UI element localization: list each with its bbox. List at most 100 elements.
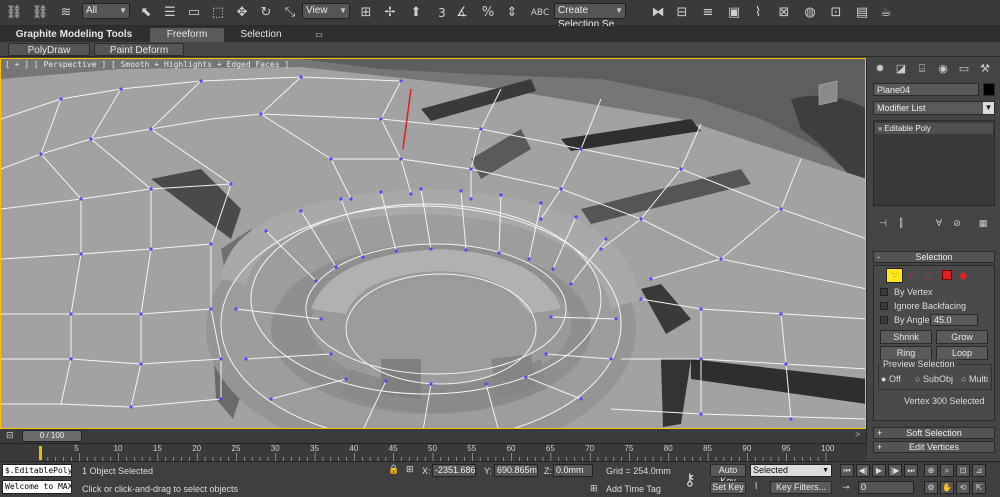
- show-end-result-icon[interactable]: ║: [893, 216, 909, 232]
- polygon-mode-icon[interactable]: [942, 270, 952, 280]
- auto-key-button[interactable]: Auto Key: [710, 464, 746, 486]
- pan-view-icon[interactable]: ✋: [940, 481, 954, 494]
- object-color-swatch[interactable]: [983, 83, 995, 96]
- named-selection-dropdown[interactable]: Create Selection Se ▼: [554, 3, 626, 30]
- tab-freeform[interactable]: Freeform: [150, 28, 224, 42]
- time-slider-track[interactable]: ⊟ 0 / 100 >: [0, 429, 866, 443]
- by-vertex-checkbox[interactable]: [880, 288, 888, 296]
- percent-snap-icon[interactable]: %: [478, 3, 498, 23]
- key-mode-toggle-icon[interactable]: ⊸: [842, 483, 850, 493]
- polydraw-panel-button[interactable]: PolyDraw: [8, 43, 90, 56]
- modify-tab-icon[interactable]: ◪: [893, 61, 909, 77]
- selection-lock-icon[interactable]: 🔒: [388, 465, 399, 475]
- remove-modifier-icon[interactable]: ⊘: [949, 216, 965, 232]
- select-object-icon[interactable]: ⬉: [136, 3, 156, 23]
- render-setup-icon[interactable]: ⊡: [826, 3, 846, 23]
- curve-editor-icon[interactable]: ⌇: [748, 3, 768, 23]
- link-icon[interactable]: ⛓: [4, 3, 24, 23]
- align-icon[interactable]: ⊟: [672, 3, 692, 23]
- x-coordinate-field[interactable]: -2351.686d: [432, 464, 476, 477]
- object-name-field[interactable]: Plane04: [873, 83, 979, 96]
- tab-graphite-modeling-tools[interactable]: Graphite Modeling Tools: [14, 28, 134, 42]
- time-slider-thumb[interactable]: 0 / 100: [22, 430, 82, 442]
- material-editor-icon[interactable]: ◍: [800, 3, 820, 23]
- reference-coordinate-dropdown[interactable]: View ▼: [302, 3, 350, 19]
- render-production-icon[interactable]: ☕: [876, 3, 896, 23]
- preview-multi-radio[interactable]: ○ Multi: [961, 374, 988, 385]
- time-slider-next-icon[interactable]: >: [855, 430, 860, 439]
- next-frame-icon[interactable]: |▶: [888, 464, 902, 477]
- select-and-rotate-icon[interactable]: ↻: [256, 3, 276, 23]
- select-and-move-icon[interactable]: ✥: [232, 3, 252, 23]
- y-coordinate-field[interactable]: 690.865mm: [494, 464, 538, 477]
- key-filters-button[interactable]: Key Filters...: [770, 481, 832, 494]
- snaps-toggle-icon[interactable]: 3: [432, 3, 452, 23]
- angle-spinner[interactable]: 45.0: [930, 314, 978, 326]
- ring-button[interactable]: Ring: [880, 346, 932, 360]
- field-of-view-icon[interactable]: ⊿: [972, 464, 986, 477]
- edit-vertices-rollout-title[interactable]: + Edit Vertices: [873, 441, 995, 453]
- timeline-ruler[interactable]: 5 10 15 20 25 30 35 40 45 50 55 60 65 70 75 80 85 90 95 100: [0, 443, 866, 462]
- modifier-list-dropdown[interactable]: Modifier List ▼: [873, 101, 995, 115]
- stack-item-editable-poly[interactable]: ■ Editable Poly: [875, 123, 993, 134]
- selection-filter-dropdown[interactable]: All ▼: [82, 3, 130, 19]
- tab-selection[interactable]: Selection: [226, 28, 296, 42]
- current-frame-field[interactable]: 0: [858, 481, 914, 494]
- keyboard-shortcut-override-icon[interactable]: ⬆: [406, 3, 426, 23]
- maxscript-listener-output[interactable]: Welcome to MAX!: [2, 480, 72, 494]
- key-tangent-icon[interactable]: ⌇: [754, 482, 758, 492]
- selection-rollout-title[interactable]: - Selection: [873, 251, 995, 263]
- select-manipulate-icon[interactable]: ✢: [380, 3, 400, 23]
- select-and-scale-icon[interactable]: ⤡: [280, 3, 300, 23]
- previous-frame-icon[interactable]: ◀|: [856, 464, 870, 477]
- set-key-button[interactable]: Set Key: [710, 481, 746, 494]
- layer-manager-icon[interactable]: ≡: [698, 3, 718, 23]
- spinner-snap-icon[interactable]: ⇕: [502, 3, 522, 23]
- ribbon-minimize-icon[interactable]: ▭: [312, 28, 326, 42]
- preview-off-radio[interactable]: ● Off: [881, 374, 901, 385]
- graphite-toggle-icon[interactable]: ▣: [724, 3, 744, 23]
- soft-selection-rollout-title[interactable]: + Soft Selection: [873, 427, 995, 439]
- border-mode-icon[interactable]: ◌: [923, 269, 933, 282]
- hierarchy-tab-icon[interactable]: ⌸: [914, 61, 930, 77]
- time-tag-icon[interactable]: ⊞: [590, 484, 598, 494]
- loop-button[interactable]: Loop: [936, 346, 988, 360]
- mesh-canvas[interactable]: [1, 59, 866, 429]
- grow-button[interactable]: Grow: [936, 330, 988, 344]
- play-icon[interactable]: ▶: [872, 464, 886, 477]
- set-key-mode-icon[interactable]: ⚷: [684, 470, 696, 489]
- utilities-tab-icon[interactable]: ⚒: [977, 61, 993, 77]
- window-crossing-icon[interactable]: ⬚: [208, 3, 228, 23]
- time-configuration-icon[interactable]: ⚙: [924, 481, 938, 494]
- paint-deform-panel-button[interactable]: Paint Deform: [94, 43, 184, 56]
- zoom-region-icon[interactable]: ⊡: [956, 464, 970, 477]
- orbit-icon[interactable]: ⟲: [956, 481, 970, 494]
- viewport-label[interactable]: [ + ] [ Perspective ] [ Smooth + Highlig…: [5, 60, 289, 69]
- go-to-start-icon[interactable]: ⏮: [840, 464, 854, 477]
- bind-space-warp-icon[interactable]: ≋: [56, 3, 76, 23]
- schematic-view-icon[interactable]: ⊠: [774, 3, 794, 23]
- configure-modifier-sets-icon[interactable]: ▦: [975, 216, 991, 232]
- go-to-end-icon[interactable]: ⏭: [904, 464, 918, 477]
- z-coordinate-field[interactable]: 0.0mm: [553, 464, 593, 477]
- rendered-frame-window-icon[interactable]: ▤: [852, 3, 872, 23]
- vertex-mode-icon[interactable]: ∵: [886, 268, 903, 283]
- rectangle-selection-icon[interactable]: ▭: [184, 3, 204, 23]
- angle-snap-icon[interactable]: ∡: [452, 3, 472, 23]
- maxscript-listener-input[interactable]: $.EditablePoly.: [2, 464, 72, 477]
- pivot-center-icon[interactable]: ⊞: [356, 3, 376, 23]
- perspective-viewport[interactable]: [ + ] [ Perspective ] [ Smooth + Highlig…: [0, 58, 866, 429]
- pin-stack-icon[interactable]: ⊣: [875, 216, 891, 232]
- mini-curve-editor-icon[interactable]: ⊟: [6, 431, 18, 442]
- edit-named-selection-icon[interactable]: ABC: [530, 3, 550, 23]
- element-mode-icon[interactable]: ◆: [959, 269, 967, 282]
- zoom-extents-icon[interactable]: ⊕: [924, 464, 938, 477]
- mirror-icon[interactable]: ⧓: [648, 3, 668, 23]
- edge-mode-icon[interactable]: ⟋: [907, 269, 915, 283]
- maximize-viewport-icon[interactable]: ⇱: [972, 481, 986, 494]
- motion-tab-icon[interactable]: ◉: [935, 61, 951, 77]
- add-time-tag-button[interactable]: Add Time Tag: [606, 484, 661, 494]
- zoom-icon[interactable]: ⌕: [940, 464, 954, 477]
- shrink-button[interactable]: Shrink: [880, 330, 932, 344]
- unlink-icon[interactable]: ⛓: [30, 3, 50, 23]
